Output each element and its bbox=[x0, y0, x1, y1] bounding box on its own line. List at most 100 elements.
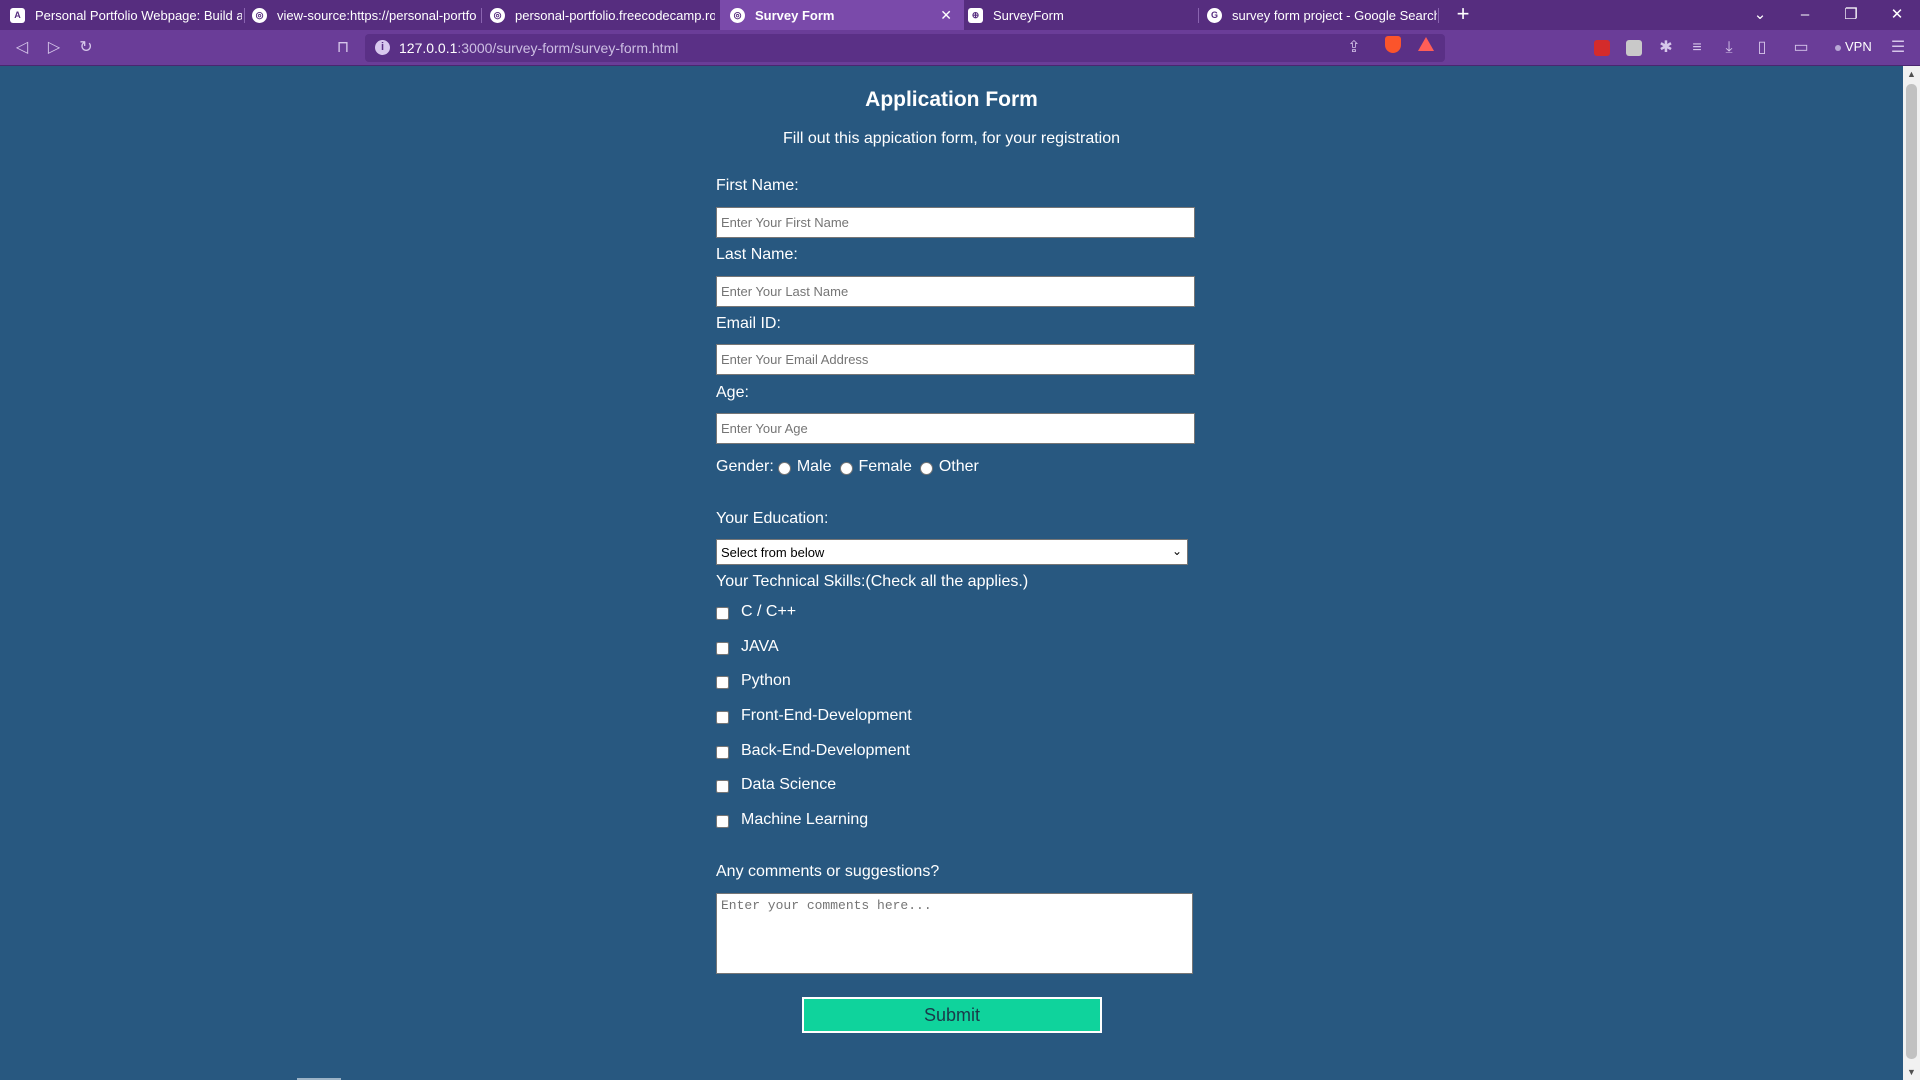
tab-close-icon[interactable]: ✕ bbox=[940, 7, 952, 24]
email-label: Email ID: bbox=[716, 315, 781, 332]
skill-option[interactable]: JAVA bbox=[716, 636, 779, 658]
reload-icon[interactable]: ↻ bbox=[75, 37, 97, 59]
radio-label-other: Other bbox=[938, 458, 979, 475]
tab-title: Survey Form bbox=[755, 7, 835, 23]
chevron-down-icon: ⌄ bbox=[1171, 544, 1182, 558]
tab-view-source[interactable]: ◎ view-source:https://personal-portfolio bbox=[252, 0, 477, 30]
age-input[interactable] bbox=[716, 413, 1195, 444]
education-label: Your Education: bbox=[716, 510, 829, 527]
skill-label: C / C++ bbox=[741, 603, 797, 620]
scrollbar-thumb[interactable] bbox=[1906, 84, 1917, 1059]
share-icon[interactable]: ⇪ bbox=[1343, 37, 1365, 59]
code-icon: ⊕ bbox=[968, 7, 983, 23]
tab-portfolio-guide[interactable]: A Personal Portfolio Webpage: Build a P bbox=[10, 0, 242, 30]
skill-label: Python bbox=[741, 672, 791, 689]
gender-label: Gender: bbox=[716, 458, 774, 475]
skill-option[interactable]: Python bbox=[716, 670, 791, 692]
wallet-icon[interactable]: ▭ bbox=[1790, 37, 1812, 59]
skill-checkbox[interactable] bbox=[716, 606, 729, 620]
pdf-extension-icon[interactable] bbox=[1594, 40, 1610, 56]
skill-option[interactable]: Back-End-Development bbox=[716, 740, 910, 762]
education-select[interactable]: Select from below ⌄ bbox=[716, 539, 1188, 565]
tab-separator bbox=[481, 8, 482, 23]
education-selected-value: Select from below bbox=[721, 545, 825, 560]
reading-list-icon[interactable]: ≡ bbox=[1686, 37, 1708, 59]
page-viewport: Application Form Fill out this appicatio… bbox=[0, 66, 1903, 1080]
vpn-button[interactable]: VPN bbox=[1835, 39, 1872, 54]
tab-title: SurveyForm bbox=[993, 7, 1064, 23]
url-host: 127.0.0.1 bbox=[399, 40, 458, 56]
tab-title: personal-portfolio.freecodecamp.rock bbox=[515, 7, 715, 23]
bookmark-icon[interactable]: ⊓ bbox=[332, 37, 354, 59]
last-name-input[interactable] bbox=[716, 276, 1195, 307]
skill-label: JAVA bbox=[741, 638, 779, 655]
freecodecamp-icon: A bbox=[10, 7, 25, 23]
globe-icon: ◎ bbox=[252, 7, 267, 23]
globe-icon: ◎ bbox=[730, 7, 745, 23]
tab-personal-portfolio[interactable]: ◎ personal-portfolio.freecodecamp.rock bbox=[490, 0, 715, 30]
forward-icon[interactable]: ▷ bbox=[43, 37, 65, 59]
tab-separator bbox=[244, 8, 245, 23]
skill-checkbox[interactable] bbox=[716, 710, 729, 724]
sidebar-icon[interactable]: ▯ bbox=[1751, 37, 1773, 59]
close-window-icon[interactable]: ✕ bbox=[1882, 4, 1912, 26]
scroll-down-arrow-icon[interactable]: ▼ bbox=[1903, 1064, 1920, 1080]
skills-label: Your Technical Skills:(Check all the app… bbox=[716, 573, 1029, 590]
skill-option[interactable]: Front-End-Development bbox=[716, 705, 912, 727]
comments-textarea[interactable] bbox=[716, 893, 1193, 974]
comments-label: Any comments or suggestions? bbox=[716, 863, 940, 880]
google-icon: G bbox=[1207, 7, 1222, 23]
skill-checkbox[interactable] bbox=[716, 641, 729, 655]
email-input[interactable] bbox=[716, 344, 1195, 375]
url-path: :3000/survey-form/survey-form.html bbox=[457, 40, 679, 56]
back-icon[interactable]: ◁ bbox=[11, 37, 33, 59]
skill-checkbox[interactable] bbox=[716, 814, 729, 828]
menu-icon[interactable]: ☰ bbox=[1887, 37, 1909, 59]
radio-label-female: Female bbox=[858, 458, 912, 475]
skill-checkbox[interactable] bbox=[716, 745, 729, 759]
tab-title: view-source:https://personal-portfolio bbox=[277, 7, 477, 23]
tab-survey-form-active[interactable]: ◎ Survey Form ✕ bbox=[720, 0, 964, 30]
tab-strip: A Personal Portfolio Webpage: Build a P … bbox=[0, 0, 1920, 30]
url-text[interactable]: 127.0.0.1:3000/survey-form/survey-form.h… bbox=[399, 40, 678, 56]
address-bar[interactable]: i 127.0.0.1:3000/survey-form/survey-form… bbox=[365, 34, 1445, 62]
site-info-icon[interactable]: i bbox=[375, 40, 390, 55]
brave-rewards-icon[interactable] bbox=[1418, 37, 1434, 51]
skill-label: Front-End-Development bbox=[741, 707, 912, 724]
tab-surveyform[interactable]: ⊕ SurveyForm bbox=[968, 0, 1193, 30]
skill-checkbox[interactable] bbox=[716, 779, 729, 793]
extension-icon[interactable] bbox=[1626, 40, 1642, 56]
submit-button[interactable]: Submit bbox=[802, 997, 1102, 1033]
tab-google-search[interactable]: G survey form project - Google Search bbox=[1207, 0, 1437, 30]
tab-separator bbox=[1198, 8, 1199, 23]
skill-checkbox[interactable] bbox=[716, 675, 729, 689]
globe-icon: ◎ bbox=[490, 7, 505, 23]
downloads-icon[interactable]: ⤓ bbox=[1718, 37, 1740, 59]
scroll-up-arrow-icon[interactable]: ▲ bbox=[1903, 66, 1920, 82]
form-description: Fill out this appication form, for your … bbox=[782, 130, 1121, 147]
minimize-icon[interactable]: – bbox=[1790, 4, 1820, 26]
vpn-label: VPN bbox=[1845, 39, 1872, 54]
skill-label: Back-End-Development bbox=[741, 742, 910, 759]
vertical-scrollbar[interactable]: ▲ ▼ bbox=[1903, 66, 1920, 1080]
age-label: Age: bbox=[716, 384, 749, 401]
browser-toolbar: ◁ ▷ ↻ ⊓ i 127.0.0.1:3000/survey-form/sur… bbox=[0, 30, 1920, 66]
tab-title: survey form project - Google Search bbox=[1232, 7, 1437, 23]
radio-male[interactable] bbox=[777, 462, 791, 475]
radio-other[interactable] bbox=[919, 462, 933, 475]
form-title: Application Form bbox=[865, 88, 1038, 111]
skill-option[interactable]: Data Science bbox=[716, 774, 836, 796]
radio-label-male: Male bbox=[796, 458, 832, 475]
tab-list-chevron-icon[interactable]: ⌄ bbox=[1745, 4, 1775, 26]
extensions-puzzle-icon[interactable]: ✱ bbox=[1655, 37, 1677, 59]
radio-female[interactable] bbox=[839, 462, 853, 475]
first-name-label: First Name: bbox=[716, 177, 799, 194]
skill-option[interactable]: C / C++ bbox=[716, 601, 796, 623]
new-tab-button[interactable]: + bbox=[1451, 3, 1475, 27]
first-name-input[interactable] bbox=[716, 207, 1195, 238]
brave-shields-icon[interactable] bbox=[1385, 36, 1401, 53]
skill-option[interactable]: Machine Learning bbox=[716, 809, 868, 831]
tab-title: Personal Portfolio Webpage: Build a P bbox=[35, 7, 242, 23]
gender-group: Gender: Male Female Other bbox=[716, 455, 983, 479]
restore-icon[interactable]: ❐ bbox=[1836, 4, 1866, 26]
